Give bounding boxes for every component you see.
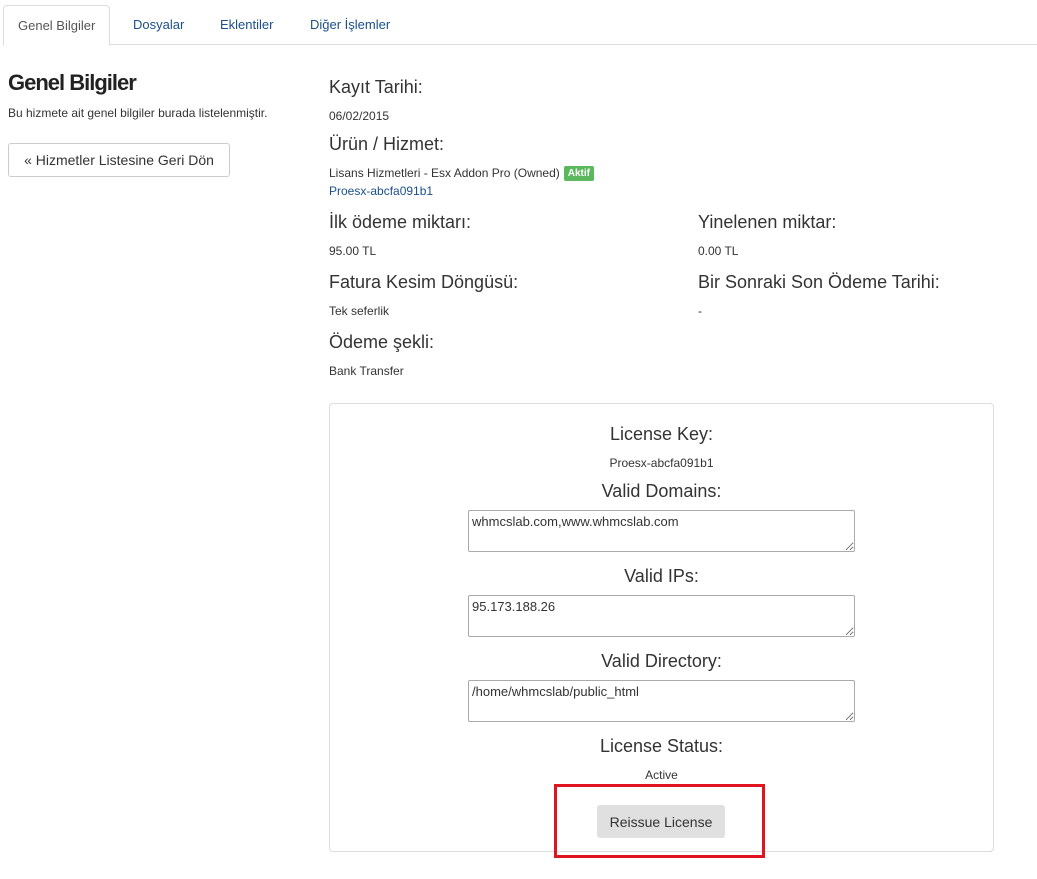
billing-cycle-value: Tek seferlik xyxy=(329,304,390,318)
first-payment-label: İlk ödeme miktarı: xyxy=(329,212,472,232)
valid-domains-field[interactable]: whmcslab.com,www.whmcslab.com xyxy=(468,510,855,552)
valid-ips-label: Valid IPs: xyxy=(624,566,699,586)
payment-method-value: Bank Transfer xyxy=(329,364,404,378)
valid-directory-label: Valid Directory: xyxy=(601,651,722,671)
registration-date-value: 06/02/2015 xyxy=(329,109,390,123)
back-to-services-button[interactable]: « Hizmetler Listesine Geri Dön xyxy=(8,143,230,177)
tab-eklentiler[interactable]: Eklentiler xyxy=(220,5,273,45)
billing-cycle-label: Fatura Kesim Döngüsü: xyxy=(329,272,519,292)
tab-dosyalar[interactable]: Dosyalar xyxy=(133,5,184,45)
product-name-row: Lisans Hizmetleri - Esx Addon Pro (Owned… xyxy=(329,166,594,181)
next-due-date-value: - xyxy=(698,304,702,318)
product-name: Lisans Hizmetleri - Esx Addon Pro (Owned… xyxy=(329,166,560,180)
product-label: Ürün / Hizmet: xyxy=(329,134,445,154)
page-title: Genel Bilgiler xyxy=(8,70,137,95)
recurring-amount-value: 0.00 TL xyxy=(698,244,739,258)
recurring-amount-label: Yinelenen miktar: xyxy=(698,212,837,232)
payment-method-label: Ödeme şekli: xyxy=(329,332,435,352)
status-badge: Aktif xyxy=(563,166,594,181)
product-domain-link[interactable]: Proesx-abcfa091b1 xyxy=(329,184,433,198)
valid-ips-field[interactable]: 95.173.188.26 xyxy=(468,595,855,637)
tab-diger-islemler[interactable]: Diğer İşlemler xyxy=(310,5,390,45)
next-due-date-label: Bir Sonraki Son Ödeme Tarihi: xyxy=(698,272,940,292)
license-status-value: Active xyxy=(645,768,678,782)
valid-directory-field[interactable]: /home/whmcslab/public_html xyxy=(468,680,855,722)
tab-genel-bilgiler[interactable]: Genel Bilgiler xyxy=(3,5,111,46)
first-payment-value: 95.00 TL xyxy=(329,244,377,258)
tab-bar: Genel Bilgiler Dosyalar Eklentiler Diğer… xyxy=(3,5,1037,46)
registration-date-label: Kayıt Tarihi: xyxy=(329,77,423,97)
license-status-label: License Status: xyxy=(599,736,724,756)
license-key-value: Proesx-abcfa091b1 xyxy=(609,456,714,470)
valid-domains-label: Valid Domains: xyxy=(601,481,722,501)
highlight-box xyxy=(554,784,765,858)
page-description: Bu hizmete ait genel bilgiler burada lis… xyxy=(8,106,268,120)
license-key-label: License Key: xyxy=(609,424,714,444)
